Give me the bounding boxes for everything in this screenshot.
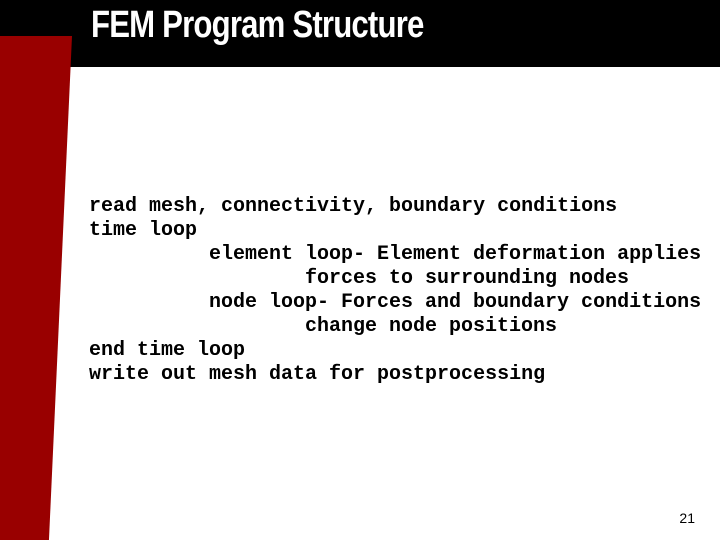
outline-line: forces to surrounding nodes [305,267,630,290]
outline-line: end time loop [89,339,246,362]
outline-line: change node positions [305,315,558,338]
outline-line: write out mesh data for postprocessing [89,363,546,386]
code-outline: read mesh, connectivity, boundary condit… [89,195,701,387]
accent-bar [0,36,72,540]
slide-title: FEM Program Structure [91,4,424,46]
page-number: 21 [679,510,695,526]
outline-line: node loop- Forces and boundary condition… [209,291,702,314]
outline-line: read mesh, connectivity, boundary condit… [89,195,618,218]
outline-line: element loop- Element deformation applie… [209,243,702,266]
outline-line: time loop [89,219,198,242]
